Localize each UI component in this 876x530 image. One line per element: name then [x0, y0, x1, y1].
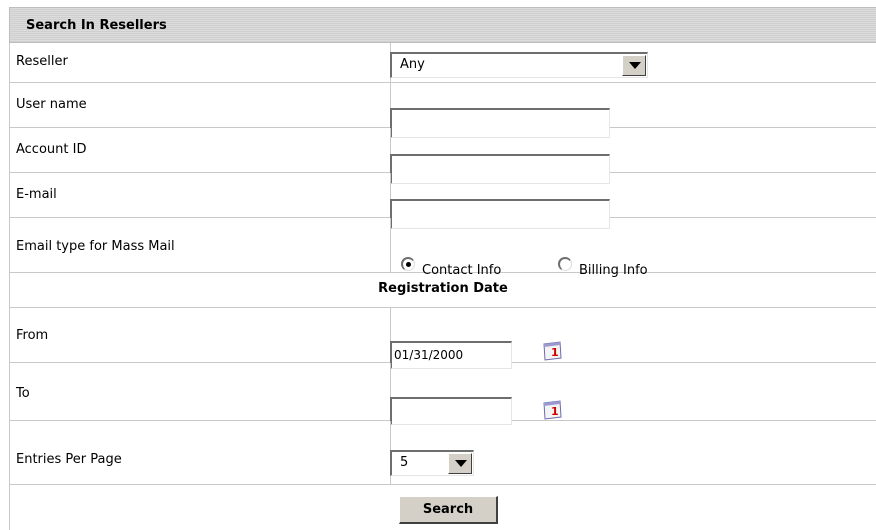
- username-label: User name: [16, 97, 87, 112]
- svg-text:1: 1: [551, 405, 559, 418]
- from-date-value: 01/31/2000: [394, 348, 464, 362]
- email-type-label: Email type for Mass Mail: [16, 239, 175, 254]
- billing-info-radio[interactable]: [558, 257, 572, 271]
- row-to: To 1: [9, 363, 876, 425]
- reseller-label: Reseller: [16, 54, 68, 69]
- to-label: To: [16, 386, 30, 401]
- row-email-type: Email type for Mass Mail Contact Info Bi…: [9, 218, 876, 278]
- row-entries-per-page: Entries Per Page 5: [9, 421, 876, 485]
- calendar-icon[interactable]: 1: [541, 399, 563, 421]
- search-resellers-form: Search In Resellers Reseller Any User na…: [0, 0, 876, 530]
- registration-date-title: Registration Date: [378, 281, 508, 296]
- calendar-icon[interactable]: 1: [541, 340, 563, 362]
- row-username: User name: [9, 83, 876, 138]
- entries-per-page-value: 5: [400, 455, 409, 470]
- entries-per-page-select[interactable]: 5: [390, 450, 474, 476]
- row-email: E-mail: [9, 173, 876, 229]
- row-account-id: Account ID: [9, 128, 876, 184]
- section-registration-date: Registration Date: [9, 273, 876, 308]
- email-label: E-mail: [16, 187, 57, 202]
- entries-per-page-label: Entries Per Page: [16, 452, 122, 467]
- reseller-select-value: Any: [400, 57, 425, 72]
- chevron-down-icon[interactable]: [622, 55, 646, 76]
- row-from: From 01/31/2000 1: [9, 308, 876, 369]
- chevron-down-icon[interactable]: [448, 453, 472, 474]
- row-search: Search: [9, 485, 876, 530]
- account-id-label: Account ID: [16, 142, 87, 157]
- panel-title: Search In Resellers: [26, 18, 167, 33]
- panel-header: Search In Resellers: [9, 7, 876, 43]
- svg-text:1: 1: [551, 346, 559, 359]
- search-button[interactable]: Search: [399, 496, 498, 524]
- contact-info-radio[interactable]: [401, 257, 415, 271]
- column-divider: [390, 218, 391, 272]
- from-label-text: From: [16, 328, 49, 343]
- reseller-select[interactable]: Any: [390, 52, 648, 78]
- row-reseller: Reseller Any: [9, 43, 876, 83]
